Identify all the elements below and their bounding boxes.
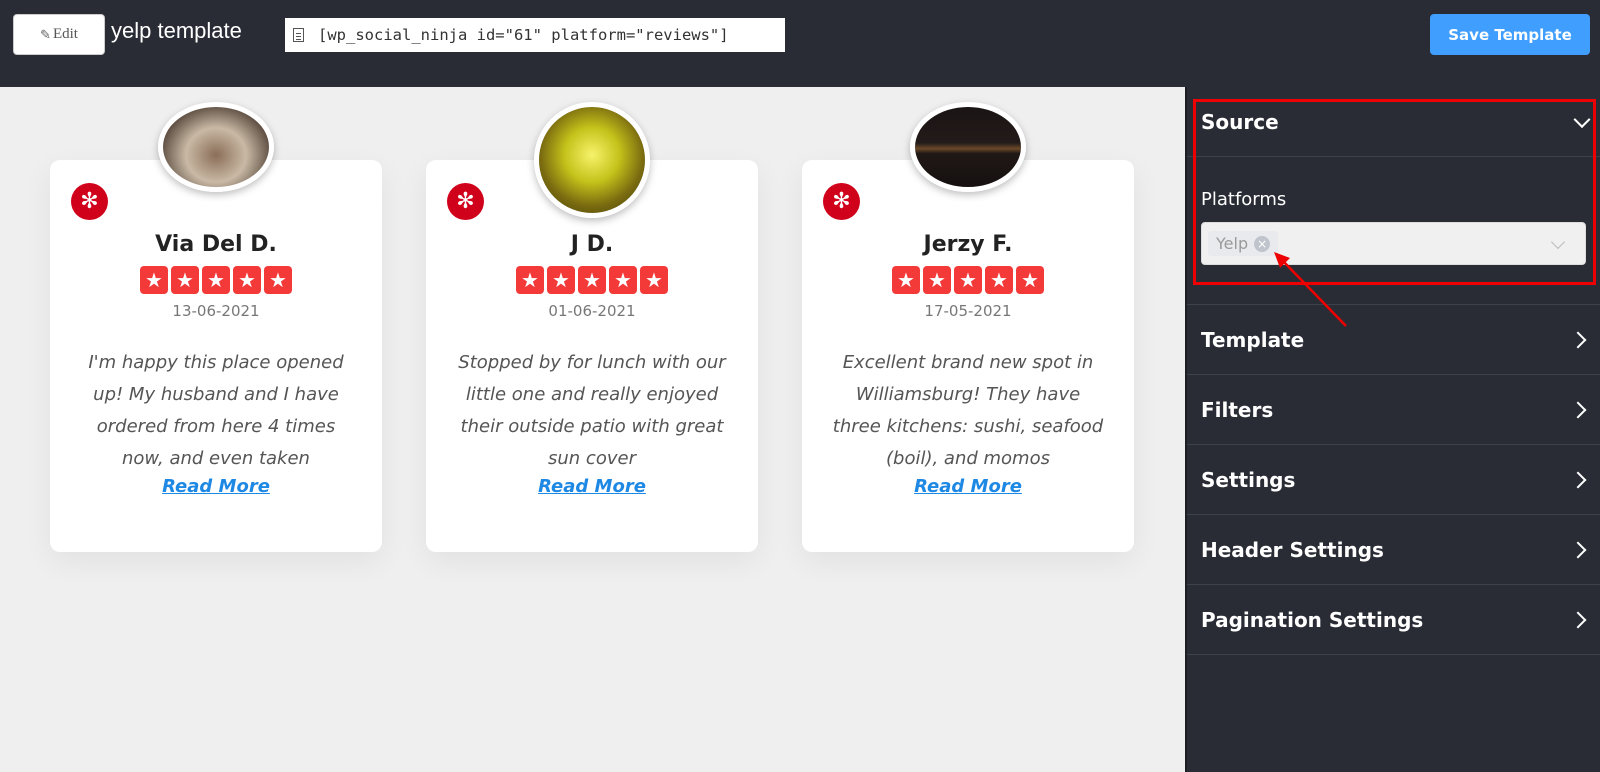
- platforms-select[interactable]: Yelp ×: [1201, 222, 1586, 265]
- source-panel-body: Platforms Yelp ×: [1187, 157, 1600, 305]
- chevron-right-icon: [1569, 541, 1587, 558]
- reviewer-avatar: [910, 102, 1026, 192]
- review-card: ✻ J D. ★ ★ ★ ★ ★ 01-06-2021 Stopped by for l…: [426, 102, 758, 552]
- star-icon: ★: [640, 266, 668, 294]
- review-card: ✻ Via Del D. ★ ★ ★ ★ ★ 13-06-2021 I'm happy …: [50, 102, 382, 552]
- save-template-button[interactable]: Save Template: [1430, 14, 1590, 55]
- review-date: 13-06-2021: [172, 302, 260, 320]
- panel-label: Filters: [1201, 397, 1274, 422]
- star-icon: ★: [609, 266, 637, 294]
- shortcode-field[interactable]: [wp_social_ninja id="61" platform="revie…: [285, 18, 785, 52]
- review-text: Excellent brand new spot in Williamsburg…: [832, 352, 1104, 469]
- reviewer-name: J D.: [570, 232, 614, 257]
- star-icon: ★: [516, 266, 544, 294]
- star-rating: ★ ★ ★ ★ ★: [802, 266, 1134, 294]
- read-more-link[interactable]: Read More: [50, 476, 382, 497]
- platforms-label: Platforms: [1201, 189, 1287, 210]
- review-date: 17-05-2021: [924, 302, 1012, 320]
- star-icon: ★: [923, 266, 951, 294]
- star-icon: ★: [1016, 266, 1044, 294]
- chevron-right-icon: [1569, 611, 1587, 628]
- star-icon: ★: [233, 266, 261, 294]
- top-bar: ✎ Edit yelp template [wp_social_ninja id…: [0, 0, 1600, 87]
- reviewer-avatar: [534, 102, 650, 218]
- star-icon: ★: [985, 266, 1013, 294]
- panel-source[interactable]: Source: [1187, 87, 1600, 157]
- star-icon: ★: [202, 266, 230, 294]
- star-icon: ★: [954, 266, 982, 294]
- platform-tag-label: Yelp: [1216, 234, 1249, 253]
- star-icon: ★: [892, 266, 920, 294]
- review-date: 01-06-2021: [548, 302, 636, 320]
- panel-label: Template: [1201, 327, 1305, 352]
- pencil-icon: ✎: [40, 26, 51, 42]
- chevron-down-icon: [1573, 110, 1591, 128]
- platform-tag: Yelp ×: [1208, 231, 1279, 256]
- reviewer-name: Jerzy F.: [923, 232, 1013, 257]
- panel-filters[interactable]: Filters: [1187, 375, 1600, 445]
- review-card: ✻ Jerzy F. ★ ★ ★ ★ ★ 17-05-2021 Excellent br…: [802, 102, 1134, 552]
- chevron-right-icon: [1569, 471, 1587, 488]
- review-text: I'm happy this place opened up! My husba…: [88, 352, 344, 469]
- shortcode-text: [wp_social_ninja id="61" platform="revie…: [318, 26, 729, 44]
- yelp-logo-icon: ✻: [447, 183, 484, 220]
- star-rating: ★ ★ ★ ★ ★: [426, 266, 758, 294]
- remove-tag-icon[interactable]: ×: [1254, 235, 1271, 252]
- chevron-right-icon: [1569, 401, 1587, 418]
- read-more-link[interactable]: Read More: [426, 476, 758, 497]
- read-more-link[interactable]: Read More: [802, 476, 1134, 497]
- edit-button[interactable]: ✎ Edit: [13, 14, 105, 55]
- edit-label: Edit: [52, 26, 78, 42]
- yelp-logo-icon: ✻: [71, 183, 108, 220]
- panel-template[interactable]: Template: [1187, 305, 1600, 375]
- star-icon: ★: [547, 266, 575, 294]
- panel-source-label: Source: [1201, 109, 1279, 134]
- reviewer-avatar: [158, 102, 274, 192]
- panel-settings[interactable]: Settings: [1187, 445, 1600, 515]
- panel-header-settings[interactable]: Header Settings: [1187, 515, 1600, 585]
- document-icon: [293, 28, 304, 42]
- panel-label: Header Settings: [1201, 537, 1384, 562]
- template-title: yelp template: [111, 18, 242, 43]
- panel-label: Settings: [1201, 467, 1296, 492]
- chevron-down-icon: [1550, 234, 1566, 250]
- settings-sidebar: Source Platforms Yelp × Template Filters…: [1185, 87, 1600, 772]
- star-icon: ★: [171, 266, 199, 294]
- panel-label: Pagination Settings: [1201, 607, 1424, 632]
- star-icon: ★: [140, 266, 168, 294]
- star-icon: ★: [264, 266, 292, 294]
- review-text: Stopped by for lunch with our little one…: [458, 352, 726, 469]
- reviewer-name: Via Del D.: [155, 232, 277, 257]
- panel-pagination-settings[interactable]: Pagination Settings: [1187, 585, 1600, 655]
- star-rating: ★ ★ ★ ★ ★: [50, 266, 382, 294]
- star-icon: ★: [578, 266, 606, 294]
- preview-area: ✻ Via Del D. ★ ★ ★ ★ ★ 13-06-2021 I'm happy …: [0, 87, 1185, 772]
- chevron-right-icon: [1569, 331, 1587, 348]
- yelp-logo-icon: ✻: [823, 183, 860, 220]
